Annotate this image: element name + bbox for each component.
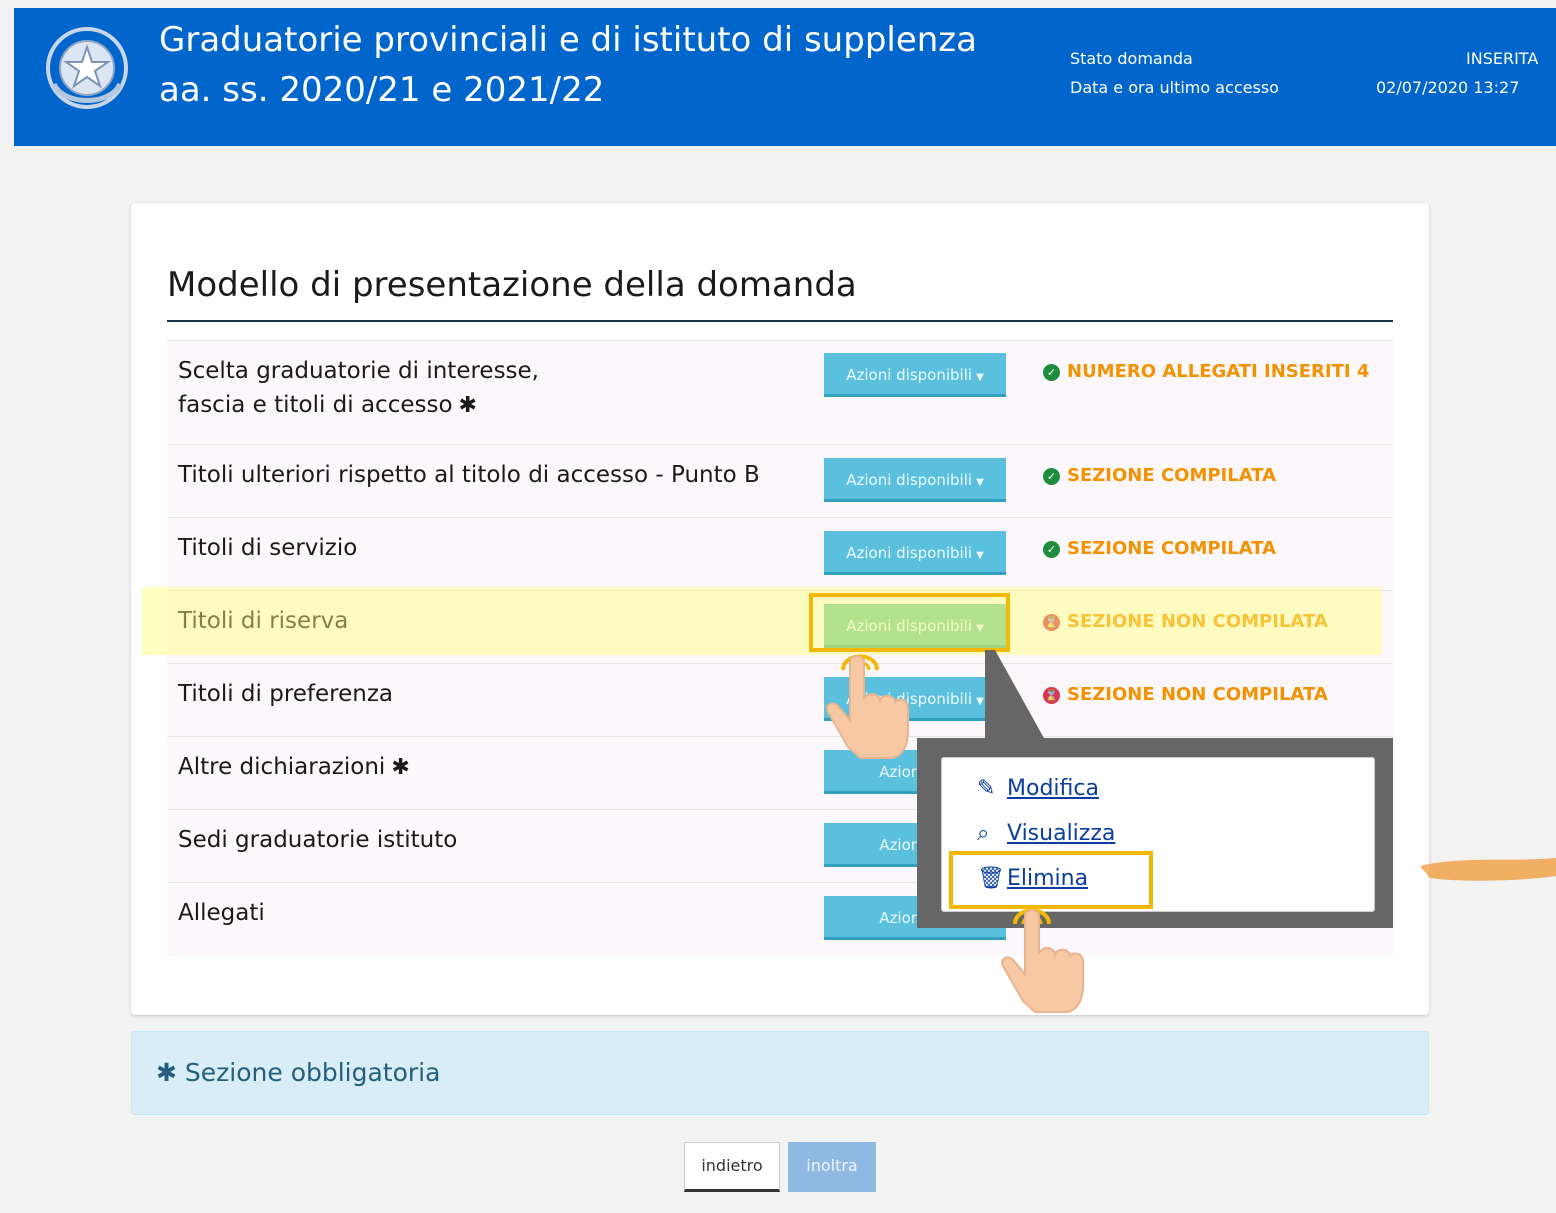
status-text: ⌛ SEZIONE NON COMPILATA	[1043, 684, 1328, 705]
section-row: Scelta graduatorie di interesse, fascia …	[167, 340, 1393, 445]
hourglass-icon: ⌛	[1043, 687, 1060, 704]
accesso-value: 02/07/2020 13:27	[1376, 78, 1520, 97]
back-button[interactable]: indietro	[684, 1142, 780, 1192]
section-label: Sedi graduatorie istituto	[178, 827, 458, 853]
asterisk-icon: ✱	[156, 1058, 185, 1087]
menu-item-visualizza[interactable]: ⌕ Visualizza	[977, 821, 1115, 846]
section-row: Titoli di preferenza Azioni disponibili ▼…	[167, 663, 1393, 737]
callout-tail	[985, 650, 1045, 740]
check-icon: ✓	[1043, 541, 1060, 558]
app-header: Graduatorie provinciali e di istituto di…	[14, 8, 1556, 146]
stato-value: INSERITA	[1466, 49, 1539, 68]
page-title: Modello di presentazione della domanda	[167, 265, 857, 305]
app-title-line1: Graduatorie provinciali e di istituto di…	[159, 20, 977, 60]
azioni-button[interactable]: Azioni disponibili ▼	[824, 353, 1006, 397]
section-label: Titoli di preferenza	[178, 681, 394, 707]
section-label: Titoli di servizio	[178, 535, 358, 561]
check-icon: ✓	[1043, 468, 1060, 485]
accesso-label: Data e ora ultimo accesso	[1070, 78, 1279, 97]
asterisk-icon: ✱	[458, 393, 477, 418]
title-divider	[167, 320, 1393, 322]
brush-stroke-decoration	[1420, 858, 1556, 881]
search-icon: ⌕	[977, 821, 990, 846]
pointer-hand-icon	[826, 655, 909, 759]
mandatory-notice: ✱ Sezione obbligatoria	[131, 1031, 1429, 1115]
section-label: Scelta graduatorie di interesse, fascia …	[178, 358, 539, 418]
azioni-button[interactable]: Azioni disponibili ▼	[824, 458, 1006, 502]
pointer-hand-icon	[1001, 909, 1084, 1013]
status-text: ✓ SEZIONE COMPILATA	[1043, 465, 1276, 486]
status-text: ✓ SEZIONE COMPILATA	[1043, 538, 1276, 559]
edit-icon: ✎	[977, 776, 996, 801]
section-label: Altre dichiarazioni ✱	[178, 754, 410, 780]
asterisk-icon: ✱	[391, 755, 410, 780]
submit-button[interactable]: inoltra	[788, 1142, 876, 1192]
section-label: Titoli ulteriori rispetto al titolo di a…	[178, 462, 760, 488]
status-text: ✓ NUMERO ALLEGATI INSERITI 4	[1043, 361, 1369, 382]
emblem-icon	[46, 27, 128, 109]
check-icon: ✓	[1043, 364, 1060, 381]
stato-label: Stato domanda	[1070, 49, 1193, 68]
highlighted-row	[142, 587, 1382, 655]
azioni-button[interactable]: Azioni disponibili ▼	[824, 531, 1006, 575]
menu-item-modifica[interactable]: ✎ Modifica	[977, 776, 1099, 801]
section-row: Titoli di servizio Azioni disponibili ▼ ✓…	[167, 517, 1393, 591]
section-label: Allegati	[178, 900, 265, 926]
section-row: Titoli ulteriori rispetto al titolo di a…	[167, 444, 1393, 518]
app-title-line2: aa. ss. 2020/21 e 2021/22	[159, 70, 605, 110]
